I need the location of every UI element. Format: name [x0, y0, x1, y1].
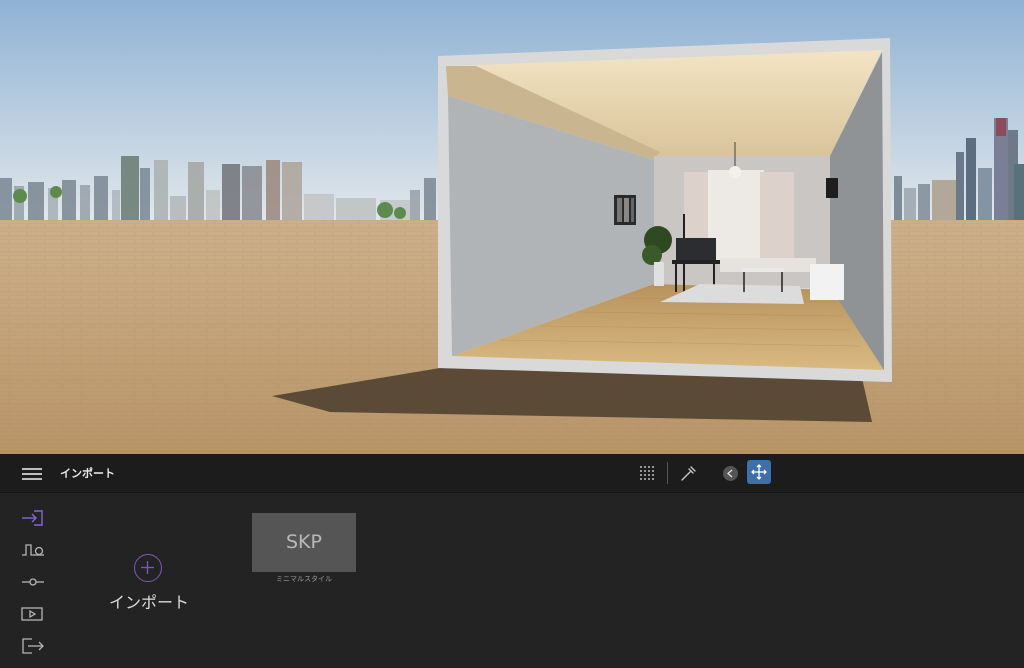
skp-file-card[interactable]: SKP: [252, 513, 356, 572]
play-icon[interactable]: [20, 605, 46, 623]
skp-file-caption: ミニマルスタイル: [276, 575, 332, 583]
grid-icon[interactable]: [637, 462, 659, 484]
eyedropper-icon[interactable]: [677, 462, 699, 484]
import-add-button[interactable]: [134, 554, 162, 582]
toolbar-divider: [667, 462, 668, 484]
hamburger-icon[interactable]: [22, 465, 42, 481]
path-icon[interactable]: [20, 541, 46, 559]
toolbar-title: インポート: [60, 467, 115, 480]
3d-viewport[interactable]: [0, 0, 1024, 454]
room-model: [438, 38, 892, 382]
export-icon[interactable]: [20, 637, 46, 655]
back-arrow-icon[interactable]: [723, 466, 738, 481]
slider-icon[interactable]: [20, 573, 46, 591]
move-arrows-icon[interactable]: [747, 460, 771, 484]
import-icon[interactable]: [20, 509, 46, 527]
import-label[interactable]: インポート: [100, 589, 198, 613]
toolbar: インポート: [0, 454, 1024, 493]
